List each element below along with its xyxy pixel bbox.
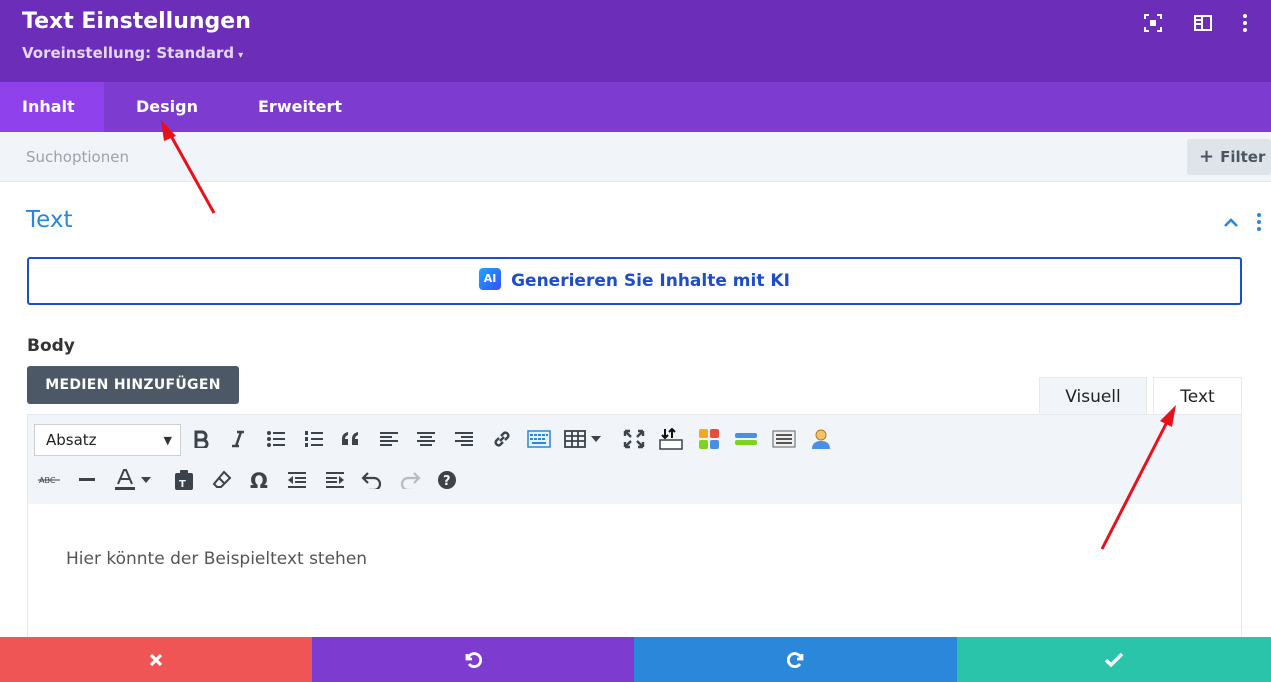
blockquote-icon[interactable] [336, 424, 366, 454]
filter-button[interactable]: + Filter [1187, 139, 1271, 175]
section-more-icon[interactable] [1255, 212, 1263, 236]
settings-modal: Text Einstellungen Voreinstellung: Stand… [0, 0, 1271, 682]
cancel-button[interactable] [0, 637, 312, 682]
table-icon[interactable] [562, 424, 588, 454]
horizontal-line-icon[interactable] [72, 465, 102, 495]
ai-generate-button[interactable]: AI Generieren Sie Inhalte mit KI [27, 257, 1242, 305]
sidebar-layout-icon[interactable] [1193, 13, 1213, 33]
save-button[interactable] [957, 637, 1271, 682]
numbered-list-icon[interactable] [299, 424, 329, 454]
tab-inhalt[interactable]: Inhalt [0, 82, 104, 132]
eraser-icon[interactable] [207, 465, 237, 495]
redo-button[interactable] [634, 637, 957, 682]
tab-design[interactable]: Design [114, 82, 220, 132]
undo-icon [465, 651, 482, 668]
body-label: Body [27, 336, 75, 356]
chevron-up-icon[interactable] [1222, 214, 1240, 233]
svg-text:?: ? [443, 474, 451, 489]
save-check-icon [1104, 652, 1124, 667]
action-footer [0, 637, 1271, 682]
layers-icon[interactable] [731, 424, 761, 454]
search-input[interactable]: Suchoptionen [26, 148, 129, 166]
bold-icon[interactable] [186, 424, 216, 454]
format-select[interactable]: Absatz ▼ [34, 424, 181, 456]
fullscreen-icon[interactable] [619, 424, 649, 454]
paste-text-icon[interactable]: T [169, 465, 199, 495]
align-left-icon[interactable] [374, 424, 404, 454]
undo-button[interactable] [312, 637, 634, 682]
link-icon[interactable] [487, 424, 517, 454]
tab-erweitert[interactable]: Erweitert [236, 82, 364, 132]
indent-icon[interactable] [320, 465, 350, 495]
editor-text[interactable]: Hier könnte der Beispieltext stehen [66, 549, 367, 569]
svg-text:Ω: Ω [250, 470, 268, 490]
omega-icon[interactable]: Ω [244, 465, 274, 495]
cancel-icon [149, 653, 163, 666]
help-icon[interactable]: ? [432, 465, 462, 495]
tab-visual-editor[interactable]: Visuell [1039, 377, 1147, 415]
text-color-caret-icon[interactable] [138, 465, 154, 495]
filter-label: Filter [1220, 148, 1266, 166]
preset-label: Voreinstellung: Standard [22, 44, 235, 62]
caret-down-icon: ▼ [163, 434, 172, 447]
table-caret-icon[interactable] [588, 424, 604, 454]
add-media-button[interactable]: MEDIEN HINZUFÜGEN [27, 366, 239, 404]
align-right-icon[interactable] [449, 424, 479, 454]
ai-icon: AI [479, 268, 502, 290]
section-title[interactable]: Text [26, 207, 73, 233]
svg-text:T: T [179, 479, 186, 490]
modal-header: Text Einstellungen Voreinstellung: Stand… [0, 0, 1271, 82]
format-select-value: Absatz [46, 431, 97, 449]
align-center-icon[interactable] [411, 424, 441, 454]
caret-down-icon: ▾ [238, 50, 244, 61]
more-vertical-icon[interactable] [1235, 13, 1255, 33]
focus-icon[interactable] [1143, 13, 1163, 33]
italic-icon[interactable] [223, 424, 253, 454]
insert-icon[interactable] [656, 424, 686, 454]
search-bar: Suchoptionen + Filter [0, 132, 1271, 182]
keyboard-icon[interactable] [524, 424, 554, 454]
strikethrough-icon[interactable]: ABC [34, 465, 64, 495]
colorful-grid-icon[interactable] [694, 424, 724, 454]
editor-content[interactable]: Hier könnte der Beispieltext stehen [27, 504, 1242, 644]
redo-icon [786, 651, 803, 668]
plus-icon: + [1199, 146, 1215, 167]
tab-text-editor[interactable]: Text [1153, 377, 1242, 415]
outdent-icon[interactable] [282, 465, 312, 495]
bullet-list-icon[interactable] [261, 424, 291, 454]
text-color-icon[interactable] [110, 465, 140, 495]
undo-icon[interactable] [357, 465, 387, 495]
tab-bar: Inhalt Design Erweitert [0, 82, 1271, 132]
preset-dropdown[interactable]: Voreinstellung: Standard ▾ [22, 44, 243, 62]
list-box-icon[interactable] [769, 424, 799, 454]
modal-title: Text Einstellungen [22, 9, 251, 34]
user-icon[interactable] [806, 424, 836, 454]
redo-icon[interactable] [395, 465, 425, 495]
ai-button-label: Generieren Sie Inhalte mit KI [511, 271, 790, 291]
editor-toolbar: Absatz ▼ ABC T Ω ? [27, 414, 1242, 504]
